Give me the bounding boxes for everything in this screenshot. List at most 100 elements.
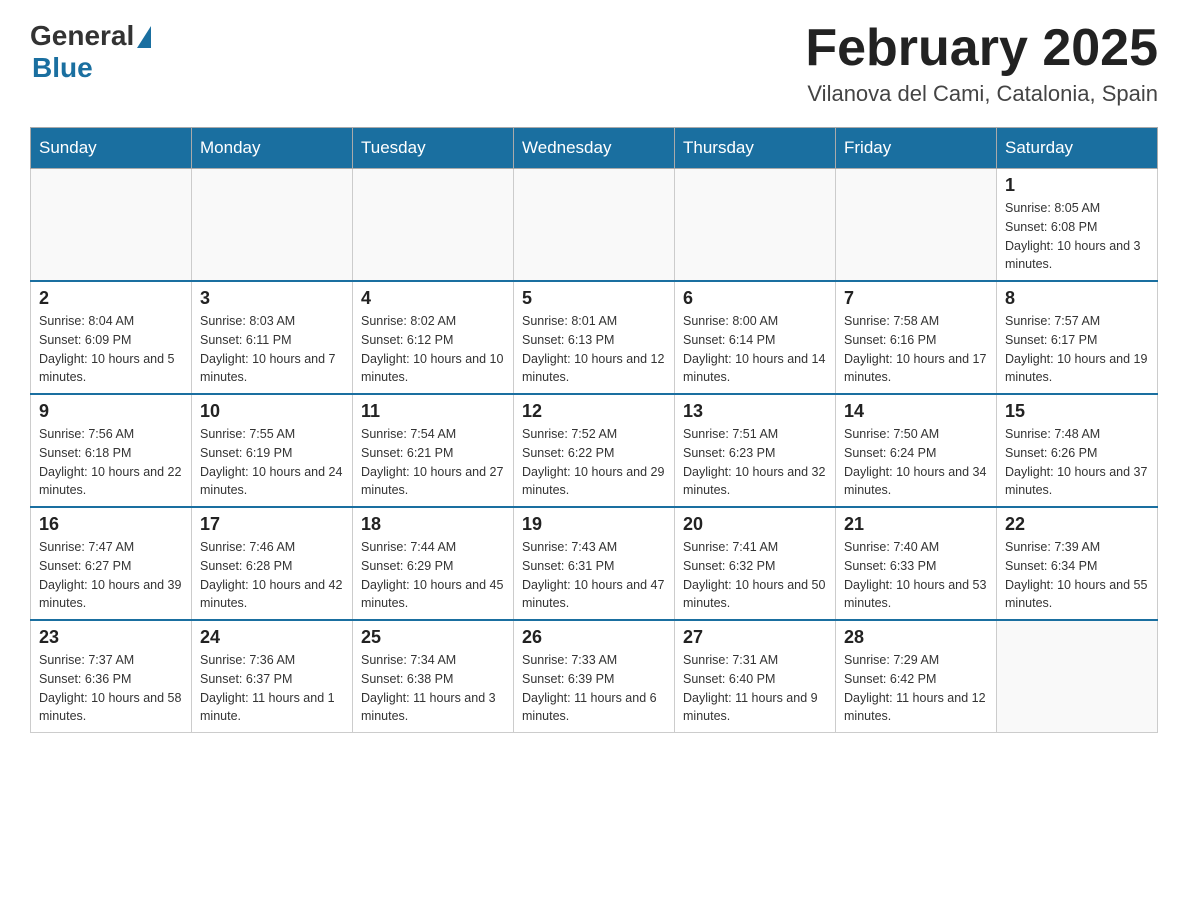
day-number: 9 (39, 401, 183, 422)
calendar-cell (31, 169, 192, 282)
day-info: Sunrise: 7:58 AMSunset: 6:16 PMDaylight:… (844, 312, 988, 387)
calendar-cell: 28 Sunrise: 7:29 AMSunset: 6:42 PMDayligh… (836, 620, 997, 733)
day-info: Sunrise: 7:31 AMSunset: 6:40 PMDaylight:… (683, 651, 827, 726)
calendar-table: SundayMondayTuesdayWednesdayThursdayFrid… (30, 127, 1158, 733)
day-number: 21 (844, 514, 988, 535)
weekday-header-friday: Friday (836, 128, 997, 169)
logo: General Blue (30, 20, 151, 84)
day-info: Sunrise: 7:47 AMSunset: 6:27 PMDaylight:… (39, 538, 183, 613)
day-info: Sunrise: 8:03 AMSunset: 6:11 PMDaylight:… (200, 312, 344, 387)
calendar-cell: 22 Sunrise: 7:39 AMSunset: 6:34 PMDayligh… (997, 507, 1158, 620)
day-info: Sunrise: 8:01 AMSunset: 6:13 PMDaylight:… (522, 312, 666, 387)
calendar-cell: 2 Sunrise: 8:04 AMSunset: 6:09 PMDaylight… (31, 281, 192, 394)
calendar-cell: 16 Sunrise: 7:47 AMSunset: 6:27 PMDayligh… (31, 507, 192, 620)
day-number: 25 (361, 627, 505, 648)
day-info: Sunrise: 7:34 AMSunset: 6:38 PMDaylight:… (361, 651, 505, 726)
calendar-cell: 25 Sunrise: 7:34 AMSunset: 6:38 PMDayligh… (353, 620, 514, 733)
calendar-cell: 9Sunrise: 7:56 AMSunset: 6:18 PMDaylight… (31, 394, 192, 507)
day-number: 16 (39, 514, 183, 535)
calendar-cell: 27 Sunrise: 7:31 AMSunset: 6:40 PMDayligh… (675, 620, 836, 733)
day-number: 24 (200, 627, 344, 648)
day-number: 26 (522, 627, 666, 648)
day-number: 6 (683, 288, 827, 309)
location-title: Vilanova del Cami, Catalonia, Spain (805, 81, 1158, 107)
day-info: Sunrise: 8:05 AMSunset: 6:08 PMDaylight:… (1005, 199, 1149, 274)
header: General Blue February 2025 Vilanova del … (30, 20, 1158, 107)
day-number: 28 (844, 627, 988, 648)
day-number: 5 (522, 288, 666, 309)
calendar-cell: 12 Sunrise: 7:52 AMSunset: 6:22 PMDayligh… (514, 394, 675, 507)
calendar-cell (997, 620, 1158, 733)
weekday-header-sunday: Sunday (31, 128, 192, 169)
weekday-header-monday: Monday (192, 128, 353, 169)
calendar-cell: 1 Sunrise: 8:05 AMSunset: 6:08 PMDaylight… (997, 169, 1158, 282)
weekday-header-row: SundayMondayTuesdayWednesdayThursdayFrid… (31, 128, 1158, 169)
day-info: Sunrise: 7:48 AMSunset: 6:26 PMDaylight:… (1005, 425, 1149, 500)
day-number: 10 (200, 401, 344, 422)
logo-general-text: General (30, 20, 134, 52)
day-info: Sunrise: 8:02 AMSunset: 6:12 PMDaylight:… (361, 312, 505, 387)
calendar-cell: 24 Sunrise: 7:36 AMSunset: 6:37 PMDayligh… (192, 620, 353, 733)
calendar-cell: 21 Sunrise: 7:40 AMSunset: 6:33 PMDayligh… (836, 507, 997, 620)
day-info: Sunrise: 7:51 AMSunset: 6:23 PMDaylight:… (683, 425, 827, 500)
calendar-cell: 6 Sunrise: 8:00 AMSunset: 6:14 PMDaylight… (675, 281, 836, 394)
calendar-cell: 23Sunrise: 7:37 AMSunset: 6:36 PMDayligh… (31, 620, 192, 733)
day-number: 11 (361, 401, 505, 422)
day-number: 13 (683, 401, 827, 422)
calendar-cell: 7 Sunrise: 7:58 AMSunset: 6:16 PMDaylight… (836, 281, 997, 394)
day-info: Sunrise: 7:39 AMSunset: 6:34 PMDaylight:… (1005, 538, 1149, 613)
day-info: Sunrise: 8:00 AMSunset: 6:14 PMDaylight:… (683, 312, 827, 387)
day-info: Sunrise: 7:33 AMSunset: 6:39 PMDaylight:… (522, 651, 666, 726)
calendar-cell: 4 Sunrise: 8:02 AMSunset: 6:12 PMDaylight… (353, 281, 514, 394)
calendar-week-row-3: 9Sunrise: 7:56 AMSunset: 6:18 PMDaylight… (31, 394, 1158, 507)
calendar-week-row-1: 1 Sunrise: 8:05 AMSunset: 6:08 PMDaylight… (31, 169, 1158, 282)
day-number: 7 (844, 288, 988, 309)
day-number: 2 (39, 288, 183, 309)
day-info: Sunrise: 7:52 AMSunset: 6:22 PMDaylight:… (522, 425, 666, 500)
calendar-cell (353, 169, 514, 282)
logo-triangle-icon (137, 26, 151, 48)
day-number: 14 (844, 401, 988, 422)
day-number: 22 (1005, 514, 1149, 535)
day-info: Sunrise: 7:37 AMSunset: 6:36 PMDaylight:… (39, 651, 183, 726)
calendar-cell: 11Sunrise: 7:54 AMSunset: 6:21 PMDayligh… (353, 394, 514, 507)
logo-blue-text: Blue (32, 52, 93, 84)
day-info: Sunrise: 7:55 AMSunset: 6:19 PMDaylight:… (200, 425, 344, 500)
weekday-header-tuesday: Tuesday (353, 128, 514, 169)
calendar-cell: 3 Sunrise: 8:03 AMSunset: 6:11 PMDaylight… (192, 281, 353, 394)
calendar-cell: 5 Sunrise: 8:01 AMSunset: 6:13 PMDaylight… (514, 281, 675, 394)
day-number: 4 (361, 288, 505, 309)
calendar-cell: 15 Sunrise: 7:48 AMSunset: 6:26 PMDayligh… (997, 394, 1158, 507)
day-info: Sunrise: 7:40 AMSunset: 6:33 PMDaylight:… (844, 538, 988, 613)
calendar-cell: 8 Sunrise: 7:57 AMSunset: 6:17 PMDaylight… (997, 281, 1158, 394)
calendar-cell: 17Sunrise: 7:46 AMSunset: 6:28 PMDayligh… (192, 507, 353, 620)
day-info: Sunrise: 7:36 AMSunset: 6:37 PMDaylight:… (200, 651, 344, 726)
day-info: Sunrise: 7:44 AMSunset: 6:29 PMDaylight:… (361, 538, 505, 613)
title-area: February 2025 Vilanova del Cami, Catalon… (805, 20, 1158, 107)
calendar-week-row-4: 16 Sunrise: 7:47 AMSunset: 6:27 PMDayligh… (31, 507, 1158, 620)
day-info: Sunrise: 7:57 AMSunset: 6:17 PMDaylight:… (1005, 312, 1149, 387)
calendar-cell: 26 Sunrise: 7:33 AMSunset: 6:39 PMDayligh… (514, 620, 675, 733)
day-number: 27 (683, 627, 827, 648)
calendar-cell: 18 Sunrise: 7:44 AMSunset: 6:29 PMDayligh… (353, 507, 514, 620)
calendar-cell (675, 169, 836, 282)
weekday-header-saturday: Saturday (997, 128, 1158, 169)
calendar-cell (514, 169, 675, 282)
calendar-cell: 13 Sunrise: 7:51 AMSunset: 6:23 PMDayligh… (675, 394, 836, 507)
calendar-cell (192, 169, 353, 282)
day-info: Sunrise: 8:04 AMSunset: 6:09 PMDaylight:… (39, 312, 183, 387)
day-number: 1 (1005, 175, 1149, 196)
calendar-cell: 20Sunrise: 7:41 AMSunset: 6:32 PMDayligh… (675, 507, 836, 620)
day-number: 17 (200, 514, 344, 535)
calendar-week-row-2: 2 Sunrise: 8:04 AMSunset: 6:09 PMDaylight… (31, 281, 1158, 394)
day-number: 15 (1005, 401, 1149, 422)
day-number: 12 (522, 401, 666, 422)
day-number: 3 (200, 288, 344, 309)
calendar-cell (836, 169, 997, 282)
day-info: Sunrise: 7:43 AMSunset: 6:31 PMDaylight:… (522, 538, 666, 613)
weekday-header-wednesday: Wednesday (514, 128, 675, 169)
day-info: Sunrise: 7:29 AMSunset: 6:42 PMDaylight:… (844, 651, 988, 726)
day-number: 8 (1005, 288, 1149, 309)
day-number: 18 (361, 514, 505, 535)
calendar-cell: 19Sunrise: 7:43 AMSunset: 6:31 PMDayligh… (514, 507, 675, 620)
